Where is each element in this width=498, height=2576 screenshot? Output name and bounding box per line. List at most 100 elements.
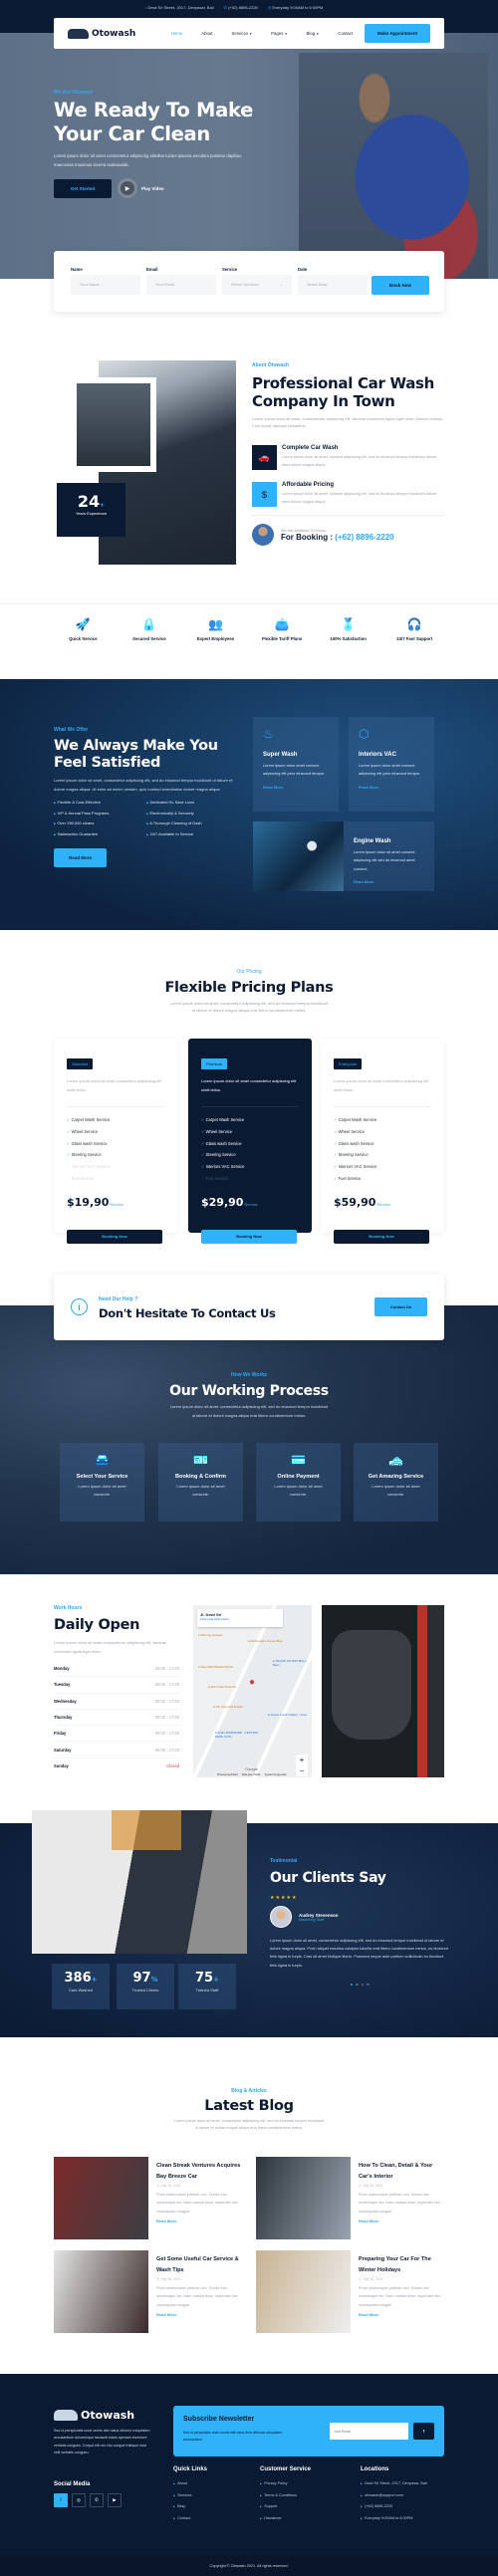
footer-link[interactable]: ▶ Everyday 9:00AM to 6:00PM	[361, 2513, 427, 2525]
date-input[interactable]: Select Date	[298, 275, 368, 295]
car-icon: 🚘	[95, 1453, 110, 1467]
name-input[interactable]: Your Name	[71, 275, 140, 295]
check-icon: ✓	[201, 1117, 205, 1122]
footer-link[interactable]: ▶ Terms & Conditions	[260, 2490, 311, 2502]
nav-item-pages[interactable]: Pages ▼	[262, 31, 297, 36]
footer-link[interactable]: ▶ Disclaimer	[260, 2513, 311, 2525]
topbar-info: ⌂ Dewi Sri Street, 2017, Denpasar, Bali …	[144, 5, 323, 10]
about-image-small	[77, 377, 156, 472]
youtube-icon[interactable]: ▶	[108, 2492, 122, 2507]
footer-link[interactable]: ▶ Privacy Policy	[260, 2478, 311, 2490]
blog-read-more-link[interactable]: Read More	[359, 2219, 446, 2224]
play-video-button[interactable]: ▶ Play Video	[118, 178, 164, 198]
slider-dot[interactable]	[361, 1983, 364, 1987]
footer-link[interactable]: ▶ Dewi Sri Street, 2017, Denpasar, Bali	[361, 2478, 427, 2490]
footer-link[interactable]: ▶ Services	[173, 2490, 207, 2502]
blog-read-more-link[interactable]: Read More	[156, 2312, 244, 2317]
hours-row: Thursday 08:00 - 17:00	[54, 1710, 179, 1727]
offer-read-more-button[interactable]: Read More	[54, 848, 107, 867]
blog-read-more-link[interactable]: Read More	[359, 2312, 446, 2317]
slider-dot[interactable]	[350, 1983, 353, 1987]
plan-badge: Enterprise	[334, 1058, 363, 1069]
zoom-out-button[interactable]: −	[296, 1765, 308, 1776]
service-card-2: Engine Wash Lorem ipsum dolor sit amet co…	[344, 821, 434, 891]
plan-feature: ✓ Wheel Service	[201, 1128, 232, 1134]
service-read-more-link[interactable]: Read More	[263, 785, 329, 790]
service-card-1: ⬡ Interiors VAC Lorem ipsum dolor amet con…	[349, 717, 434, 812]
map-label: ● Sate Babi Bawah Pohon	[198, 1665, 234, 1669]
caret-right-icon: ▶	[173, 2516, 175, 2520]
blog-tagline: Blog & Articles	[231, 2088, 267, 2094]
email-input[interactable]: Your Email	[146, 275, 216, 295]
footer-link[interactable]: ▶ Contact	[173, 2513, 207, 2525]
nav-item-about[interactable]: About	[192, 31, 222, 36]
slider-dot[interactable]	[356, 1983, 359, 1987]
plan-feature: ✓ Interiors VAC Service	[334, 1164, 377, 1170]
blog-post-title[interactable]: Get Some Useful Car Service & Wash Tips	[156, 2254, 244, 2275]
nav-item-contact[interactable]: Contact	[329, 31, 363, 36]
author-avatar	[270, 1906, 292, 1928]
plan-feature: ✓ Glass wash Service	[201, 1140, 242, 1146]
blog-post-image[interactable]	[54, 2157, 148, 2239]
caret-right-icon: ▶	[260, 2482, 262, 2485]
service-card-0: ♨ Super Wash Lorem ipsum dolor amet consec…	[253, 717, 339, 812]
booking-phone: For Booking : (+62) 8896-2220	[281, 532, 394, 542]
nav-item-services[interactable]: Services ▼	[222, 31, 262, 36]
contact-us-button[interactable]: Contact Us	[374, 1297, 427, 1316]
map-place-card: Jl. Dewi Sri Lihat peta lebih besar	[197, 1609, 283, 1627]
phone-item: ✆ (+62) 8896-2220	[223, 5, 258, 10]
footer-link[interactable]: ▶ About	[173, 2478, 207, 2490]
footer-link[interactable]: ▶ Support	[260, 2501, 311, 2513]
hours-row: Saturday 08:00 - 17:00	[54, 1742, 179, 1758]
service-input[interactable]: Select Services ⌄	[222, 275, 292, 295]
blog-post-title[interactable]: Preparing Your Car For The Winter Holida…	[359, 2254, 446, 2275]
service-read-more-link[interactable]: Read More	[354, 879, 424, 884]
whatsapp-icon[interactable]: ✆	[90, 2492, 104, 2507]
booking-field-email: Email Your Email	[146, 267, 216, 295]
rocket-icon: 🚀	[75, 617, 91, 631]
blog-post-title[interactable]: How To Clean, Detail & Your Car's Interi…	[359, 2161, 446, 2182]
offer-list-item: ▶ VIP & Annual Pass Programs	[54, 810, 110, 816]
book-now-button[interactable]: Book Now	[372, 276, 429, 295]
process-background	[0, 1305, 498, 1574]
footer-link[interactable]: ▶ otowash@support.com	[361, 2490, 427, 2502]
map[interactable]: Jl. Dewi Sri Lihat peta lebih besar ● Wa…	[193, 1605, 312, 1777]
map-marker-icon: ●	[268, 1713, 270, 1717]
newsletter-email-input[interactable]	[330, 2423, 408, 2440]
blog-post-title[interactable]: Clean Streak Ventures Acquires Bay Breez…	[156, 2161, 244, 2182]
pricing-title: Flexible Pricing Plans	[164, 980, 334, 996]
zoom-in-button[interactable]: +	[296, 1755, 308, 1765]
get-started-button[interactable]: Get Started	[54, 178, 112, 198]
service-read-more-link[interactable]: Read More	[359, 785, 424, 790]
blog-post-image[interactable]	[54, 2250, 148, 2333]
nav-item-home[interactable]: Home	[161, 31, 191, 36]
booking-now-button[interactable]: Booking Now	[334, 1229, 429, 1244]
blog-post-image[interactable]	[256, 2250, 351, 2333]
make-appointment-button[interactable]: Make Appointment	[365, 24, 430, 43]
blog-read-more-link[interactable]: Read More	[156, 2219, 244, 2224]
taxi-icon: 🚕	[388, 1453, 403, 1467]
nav-item-blog[interactable]: Blog ▼	[297, 31, 329, 36]
plan-feature: ✓ Carpet Wash Service	[201, 1117, 245, 1122]
testimonial-text: Lorem ipsum dolor sit amet, consectetur …	[270, 1938, 448, 1968]
plan-feature: ✓ Interiors VAC Service	[201, 1164, 245, 1170]
pricing-card-enterprise: Enterprise Lorem ipsum dolor sit amet con…	[321, 1039, 444, 1244]
check-icon: ✓	[67, 1140, 71, 1146]
instagram-icon[interactable]: ◎	[72, 2492, 86, 2507]
footer-brand[interactable]: Otowash	[81, 2409, 134, 2422]
newsletter-submit-button[interactable]: ›	[413, 2423, 434, 2440]
chevron-down-icon: ▼	[316, 32, 320, 36]
slider-dot[interactable]	[367, 1983, 370, 1987]
facebook-icon[interactable]: f	[54, 2492, 68, 2507]
booking-now-button[interactable]: Booking Now	[67, 1229, 162, 1244]
footer-link[interactable]: ▶ Blog	[173, 2501, 207, 2513]
booking-now-button[interactable]: Booking Now	[201, 1229, 297, 1244]
blog-post-image[interactable]	[256, 2157, 351, 2239]
map-marker-icon: ●	[248, 1639, 250, 1643]
caret-right-icon: ▶	[146, 831, 149, 836]
plan-feature: ✓ Fuel Service	[334, 1175, 362, 1181]
hours-row: Friday 08:00 - 17:00	[54, 1726, 179, 1743]
footer-link[interactable]: ▶ (+62) 8896-2220	[361, 2501, 427, 2513]
brand-logo[interactable]: Otowash	[92, 29, 135, 39]
highlights-divider	[0, 603, 498, 604]
